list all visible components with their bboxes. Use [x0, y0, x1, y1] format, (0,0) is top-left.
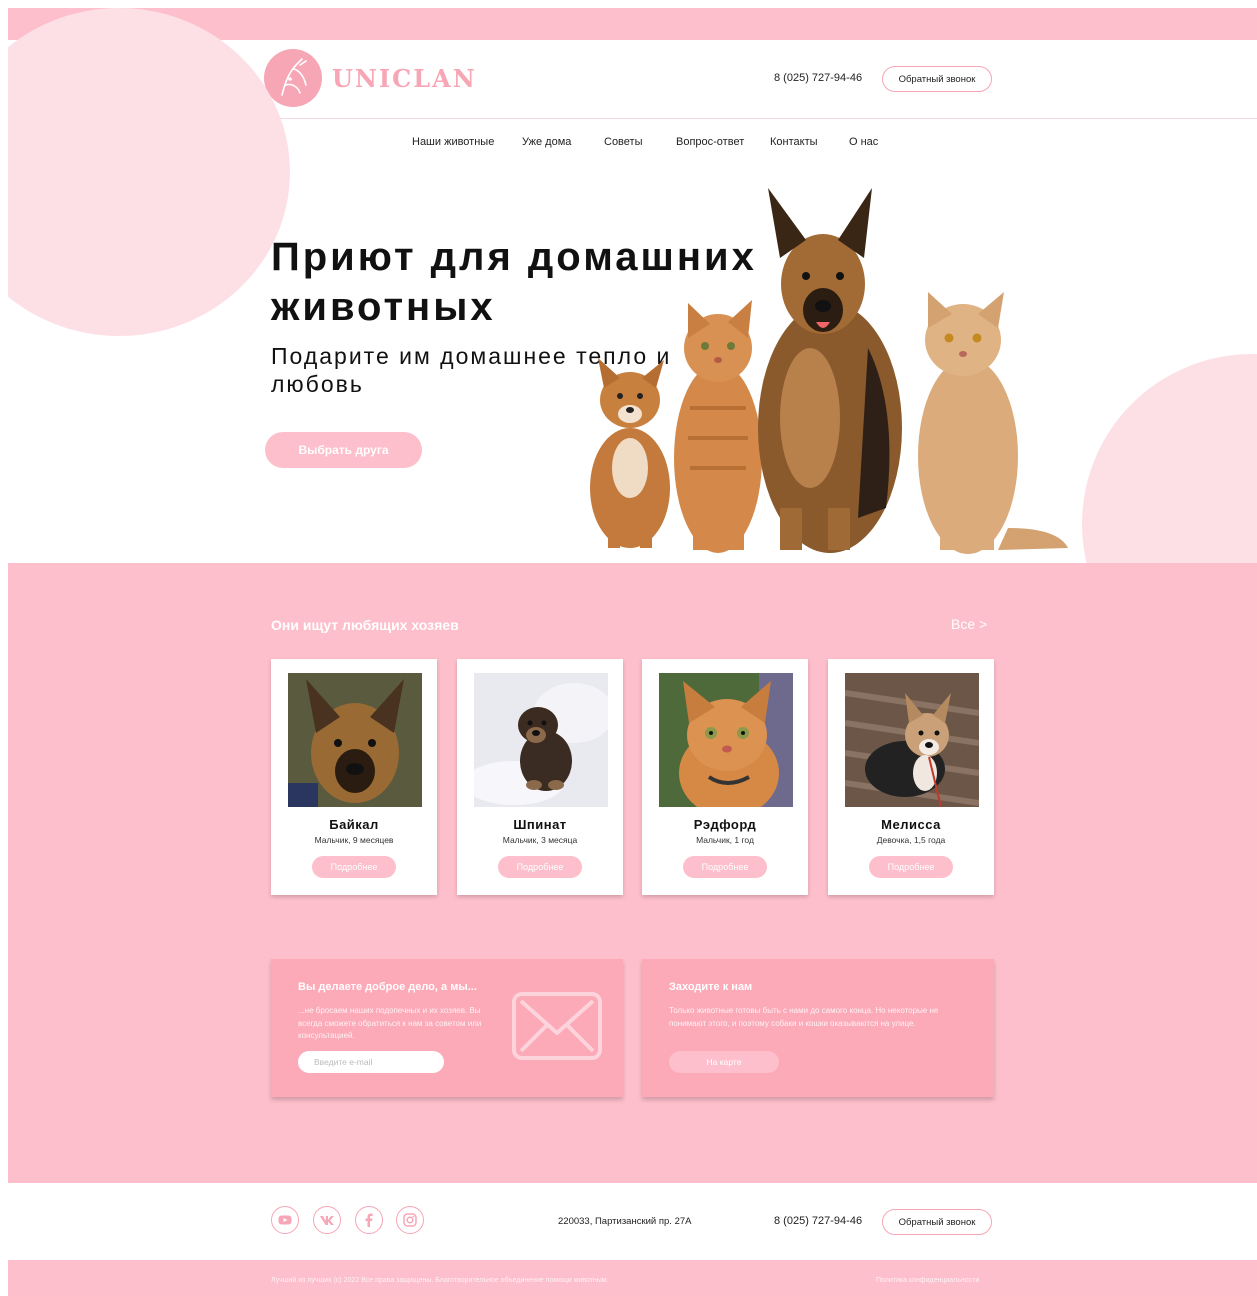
- pet-card[interactable]: Мелисса Девочка, 1,5 года Подробнее: [828, 659, 994, 895]
- nav-item-animals[interactable]: Наши животные: [412, 136, 494, 148]
- footer-phone[interactable]: 8 (025) 727-94-46: [774, 1215, 862, 1227]
- all-pets-link[interactable]: Все >: [951, 616, 987, 632]
- logo-icon: [264, 49, 322, 107]
- visit-title: Заходите к нам: [669, 981, 753, 993]
- facebook-icon[interactable]: [355, 1206, 383, 1234]
- header-phone[interactable]: 8 (025) 727-94-46: [774, 72, 862, 84]
- nav-item-about[interactable]: О нас: [849, 136, 878, 148]
- newsletter-text: ...не бросаем наших подопечных и их хозя…: [298, 1006, 482, 1040]
- pet-name: Шпинат: [513, 817, 567, 832]
- pet-desc: Мальчик, 1 год: [696, 835, 754, 845]
- page: UNICLAN 8 (025) 727-94-46 Обратный звоно…: [8, 8, 1257, 1296]
- email-input[interactable]: Введите e-mail: [298, 1051, 444, 1073]
- pet-details-button[interactable]: Подробнее: [498, 856, 582, 878]
- pet-card[interactable]: Шпинат Мальчик, 3 месяца Подробнее: [457, 659, 623, 895]
- copyright-text: Лучший из лучших (с) 2022 Все права защи…: [271, 1277, 609, 1284]
- callback-button[interactable]: Обратный звонок: [882, 66, 992, 92]
- pet-desc: Девочка, 1,5 года: [876, 835, 946, 845]
- pet-card[interactable]: Байкал Мальчик, 9 месяцев Подробнее: [271, 659, 437, 895]
- youtube-icon[interactable]: [271, 1206, 299, 1234]
- vk-icon[interactable]: [313, 1206, 341, 1234]
- footer: 220033, Партизанский пр. 27А 8 (025) 727…: [8, 1183, 1257, 1260]
- pets-section: Они ищут любящих хозяев Все > Байкал Мал…: [8, 563, 1257, 1183]
- newsletter-panel: Вы делаете доброе дело, а мы... ...не бр…: [271, 959, 623, 1097]
- pet-details-button[interactable]: Подробнее: [683, 856, 767, 878]
- hero-animals-image: [590, 188, 1068, 554]
- pet-details-button[interactable]: Подробнее: [869, 856, 953, 878]
- instagram-icon[interactable]: [396, 1206, 424, 1234]
- newsletter-title: Вы делаете доброе дело, а мы...: [298, 981, 477, 993]
- choose-friend-button[interactable]: Выбрать друга: [265, 432, 422, 468]
- pet-photo-melissa: [845, 673, 979, 807]
- pet-name: Мелисса: [881, 817, 941, 832]
- hero: Приют для домашних животных Подарите им …: [8, 8, 1257, 694]
- pet-desc: Мальчик, 9 месяцев: [314, 835, 394, 845]
- pet-name: Рэдфорд: [693, 817, 757, 832]
- bottom-bar: Лучший из лучших (с) 2022 Все права защи…: [8, 1260, 1257, 1296]
- pet-photo-radford: [659, 673, 793, 807]
- logo-text: UNICLAN: [332, 63, 477, 93]
- pet-name: Байкал: [329, 817, 379, 832]
- logo[interactable]: UNICLAN: [264, 49, 477, 107]
- pet-photo-shpinat: [474, 673, 608, 807]
- visit-panel: Заходите к нам Только животные готовы бы…: [642, 959, 994, 1097]
- nav-item-tips[interactable]: Советы: [604, 136, 642, 148]
- pet-details-button[interactable]: Подробнее: [312, 856, 396, 878]
- nav-item-home[interactable]: Уже дома: [522, 136, 571, 148]
- envelope-icon: [512, 992, 602, 1060]
- map-button[interactable]: На карте: [669, 1051, 779, 1073]
- visit-text: Только животные готовы быть с нами до са…: [669, 1006, 939, 1028]
- footer-callback-button[interactable]: Обратный звонок: [882, 1209, 992, 1235]
- pet-desc: Мальчик, 3 месяца: [502, 835, 578, 845]
- nav-item-contacts[interactable]: Контакты: [770, 136, 818, 148]
- pet-photo-baikal: [288, 673, 422, 807]
- privacy-link[interactable]: Политика конфиденциальности: [876, 1277, 979, 1284]
- footer-address: 220033, Партизанский пр. 27А: [558, 1216, 692, 1227]
- pet-card[interactable]: Рэдфорд Мальчик, 1 год Подробнее: [642, 659, 808, 895]
- nav-item-faq[interactable]: Вопрос-ответ: [676, 136, 744, 148]
- pets-section-title: Они ищут любящих хозяев: [271, 617, 459, 633]
